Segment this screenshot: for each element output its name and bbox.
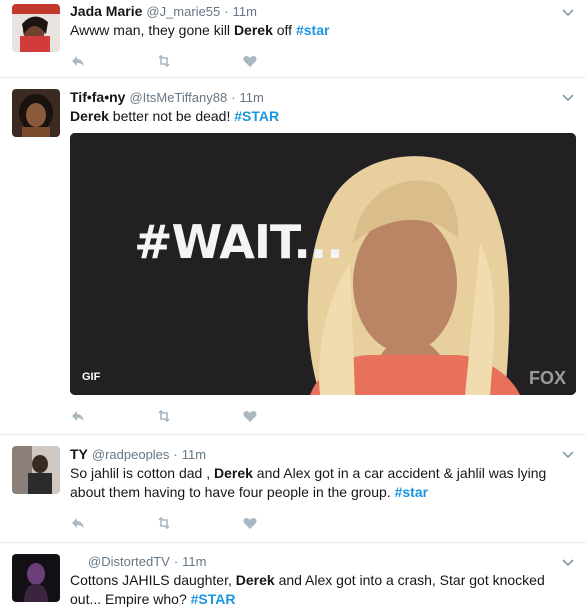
username[interactable]: @J_marie55	[146, 4, 220, 19]
tweet-actions	[70, 403, 574, 429]
display-name[interactable]: Jada Marie	[70, 3, 142, 19]
reply-icon[interactable]	[70, 515, 86, 531]
timestamp[interactable]: 11m	[240, 90, 264, 105]
tweet-actions	[70, 48, 574, 74]
tweet-actions	[70, 510, 574, 536]
heart-icon[interactable]	[242, 408, 258, 424]
retweet-icon[interactable]	[156, 53, 172, 69]
keyword: Derek	[233, 22, 273, 38]
separator: ·	[173, 447, 178, 462]
tweet[interactable]: Jada Marie @J_marie55 · 11m Awww man, th…	[0, 0, 586, 78]
gif-media[interactable]: #WAIT... GIF FOX	[70, 133, 576, 395]
tweet-text: Awww man, they gone kill Derek off #star	[70, 22, 330, 38]
tweet[interactable]: TY @radpeoples · 11m So jahlil is cotton…	[0, 435, 586, 543]
timestamp[interactable]: 11m	[182, 554, 206, 569]
hashtag-link[interactable]: #star	[296, 22, 329, 38]
keyword: Derek	[213, 465, 253, 481]
hashtag-link[interactable]: #STAR	[191, 591, 236, 607]
watermark: FOX	[528, 368, 566, 388]
timestamp[interactable]: 11m	[182, 447, 206, 462]
separator: ·	[224, 4, 229, 19]
avatar[interactable]	[12, 446, 60, 494]
chevron-down-icon[interactable]	[562, 448, 574, 460]
tweet-text: Cottons JAHILS daughter, Derek and Alex …	[70, 572, 545, 607]
retweet-icon[interactable]	[156, 408, 172, 424]
reply-icon[interactable]	[70, 53, 86, 69]
chevron-down-icon[interactable]	[562, 6, 574, 18]
username[interactable]: @DistortedTV	[88, 554, 170, 569]
username[interactable]: @radpeoples	[92, 447, 170, 462]
hashtag-link[interactable]: #STAR	[234, 108, 279, 124]
hashtag-link[interactable]: #star	[395, 484, 428, 500]
gif-badge: GIF	[82, 371, 101, 383]
avatar[interactable]	[12, 89, 60, 137]
chevron-down-icon[interactable]	[562, 91, 574, 103]
tweet-text: So jahlil is cotton dad , Derek and Alex…	[70, 465, 547, 500]
timestamp[interactable]: 11m	[233, 4, 257, 19]
tweet[interactable]: @DistortedTV · 11m Cottons JAHILS daught…	[0, 543, 586, 612]
tweet-text: Derek better not be dead! #STAR	[70, 108, 280, 124]
keyword: Derek	[70, 108, 109, 124]
display-name[interactable]: TY	[70, 446, 88, 462]
tweet[interactable]: Tif•fa•ny @ItsMeTiffany88 · 11m Derek be…	[0, 78, 586, 435]
heart-icon[interactable]	[242, 53, 258, 69]
retweet-icon[interactable]	[156, 515, 172, 531]
separator: ·	[231, 90, 236, 105]
heart-icon[interactable]	[242, 515, 258, 531]
username[interactable]: @ItsMeTiffany88	[129, 90, 227, 105]
separator: ·	[173, 554, 179, 569]
gif-overlay-text: #WAIT...	[134, 215, 344, 269]
avatar[interactable]	[12, 4, 60, 52]
keyword: Derek	[235, 572, 275, 588]
display-name[interactable]: Tif•fa•ny	[70, 89, 125, 105]
chevron-down-icon[interactable]	[562, 556, 574, 568]
reply-icon[interactable]	[70, 408, 86, 424]
avatar[interactable]	[12, 554, 60, 602]
